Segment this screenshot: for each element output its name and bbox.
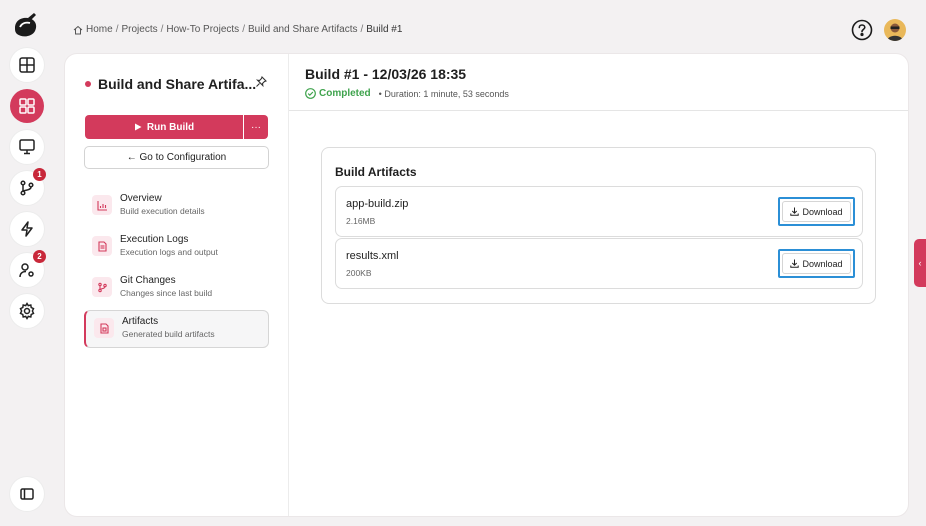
users-badge: 2: [33, 250, 46, 263]
breadcrumb-separator: /: [360, 24, 364, 35]
build-status: Completed • Duration: 1 minute, 53 secon…: [305, 88, 509, 99]
artifact-size: 2.16MB: [346, 216, 376, 226]
projects-icon: [19, 98, 35, 114]
nav-item-subtitle: Execution logs and output: [120, 247, 218, 257]
nav-item-subtitle: Build execution details: [120, 206, 205, 216]
build-title: Build #1 - 12/03/26 18:35: [305, 66, 467, 82]
go-to-configuration-button[interactable]: ← Go to Configuration: [84, 146, 269, 169]
run-build-button[interactable]: Run Build: [85, 115, 243, 139]
download-button[interactable]: Download: [778, 197, 855, 226]
download-label: Download: [802, 206, 843, 217]
monitor-icon: [19, 139, 35, 155]
nav-item-title: Git Changes: [120, 275, 176, 286]
nav-item-overview[interactable]: Overview Build execution details: [84, 188, 269, 226]
rail-dashboard-button[interactable]: [10, 48, 44, 82]
breadcrumb: Home / Projects / How-To Projects / Buil…: [73, 24, 402, 35]
rail-sidebar-toggle-button[interactable]: [10, 477, 44, 511]
build-detail-panel: Build #1 - 12/03/26 18:35 Completed • Du…: [289, 54, 908, 516]
nav-item-title: Execution Logs: [120, 234, 189, 245]
sidebar-toggle-icon: [20, 488, 34, 500]
rail-git-button[interactable]: 1: [10, 168, 46, 205]
rail-projects-button[interactable]: [10, 89, 44, 123]
status-badge: Completed: [305, 88, 371, 99]
breadcrumb-separator: /: [160, 24, 164, 35]
download-button[interactable]: Download: [778, 249, 855, 278]
git-branch-icon: [20, 180, 34, 196]
dashboard-icon: [19, 57, 35, 73]
nav-item-subtitle: Generated build artifacts: [122, 329, 215, 339]
download-label: Download: [802, 258, 843, 269]
rail-users-button[interactable]: 2: [10, 250, 46, 287]
breadcrumb-current: Build #1: [366, 24, 403, 35]
git-badge: 1: [33, 168, 46, 181]
git-branch-icon: [92, 277, 112, 297]
left-rail: 1 2: [0, 0, 52, 526]
help-icon[interactable]: [851, 19, 873, 41]
project-title-text: Build and Share Artifa...: [98, 76, 257, 92]
document-icon: [92, 236, 112, 256]
download-icon: [790, 207, 800, 216]
breadcrumb-how-to-projects[interactable]: How-To Projects: [166, 24, 239, 35]
breadcrumb-separator: /: [115, 24, 119, 35]
play-icon: [134, 123, 142, 131]
breadcrumb-projects[interactable]: Projects: [121, 24, 157, 35]
build-duration: • Duration: 1 minute, 53 seconds: [378, 88, 509, 99]
rail-monitor-button[interactable]: [10, 130, 44, 164]
breadcrumb-separator: /: [242, 24, 245, 35]
project-status-dot: [85, 81, 91, 87]
file-archive-icon: [94, 318, 114, 338]
breadcrumb-home[interactable]: Home: [86, 24, 113, 35]
breadcrumb-project[interactable]: Build and Share Artifacts: [248, 24, 358, 35]
side-panel-toggle[interactable]: ‹: [914, 239, 926, 287]
build-sidebar: Build and Share Artifa... Run Build ··· …: [65, 54, 289, 516]
main-card: Build and Share Artifa... Run Build ··· …: [65, 54, 908, 516]
users-settings-icon: [19, 263, 34, 278]
lightning-icon: [21, 221, 33, 237]
status-text: Completed: [319, 88, 371, 99]
run-build-label: Run Build: [146, 121, 195, 133]
app-logo-icon[interactable]: [11, 10, 41, 40]
download-icon: [790, 259, 800, 268]
nav-item-title: Overview: [120, 193, 162, 204]
artifact-size: 200KB: [346, 268, 372, 278]
home-icon[interactable]: [73, 25, 83, 35]
check-circle-icon: [305, 88, 316, 99]
go-to-configuration-label: ← Go to Configuration: [126, 152, 227, 163]
artifact-row: results.xml 200KB Download: [335, 238, 863, 289]
chart-icon: [92, 195, 112, 215]
artifact-name: app-build.zip: [346, 198, 409, 210]
project-title: Build and Share Artifa...: [85, 76, 256, 92]
artifact-row: app-build.zip 2.16MB Download: [335, 186, 863, 237]
gear-icon: [19, 302, 35, 320]
nav-item-title: Artifacts: [122, 316, 159, 327]
artifacts-heading: Build Artifacts: [335, 165, 417, 179]
nav-item-execution-logs[interactable]: Execution Logs Execution logs and output: [84, 229, 269, 267]
user-avatar[interactable]: [884, 19, 906, 41]
rail-automation-button[interactable]: [10, 212, 44, 246]
pin-icon[interactable]: [255, 76, 267, 88]
nav-item-subtitle: Changes since last build: [120, 288, 213, 298]
build-artifacts-section: Build Artifacts app-build.zip 2.16MB Dow…: [321, 147, 876, 304]
nav-item-artifacts[interactable]: Artifacts Generated build artifacts: [84, 310, 269, 348]
artifact-name: results.xml: [346, 250, 399, 262]
rail-settings-button[interactable]: [10, 294, 44, 328]
build-header: Build #1 - 12/03/26 18:35 Completed • Du…: [289, 54, 908, 111]
nav-item-git-changes[interactable]: Git Changes Changes since last build: [84, 270, 269, 308]
run-options-button[interactable]: ···: [244, 115, 268, 139]
